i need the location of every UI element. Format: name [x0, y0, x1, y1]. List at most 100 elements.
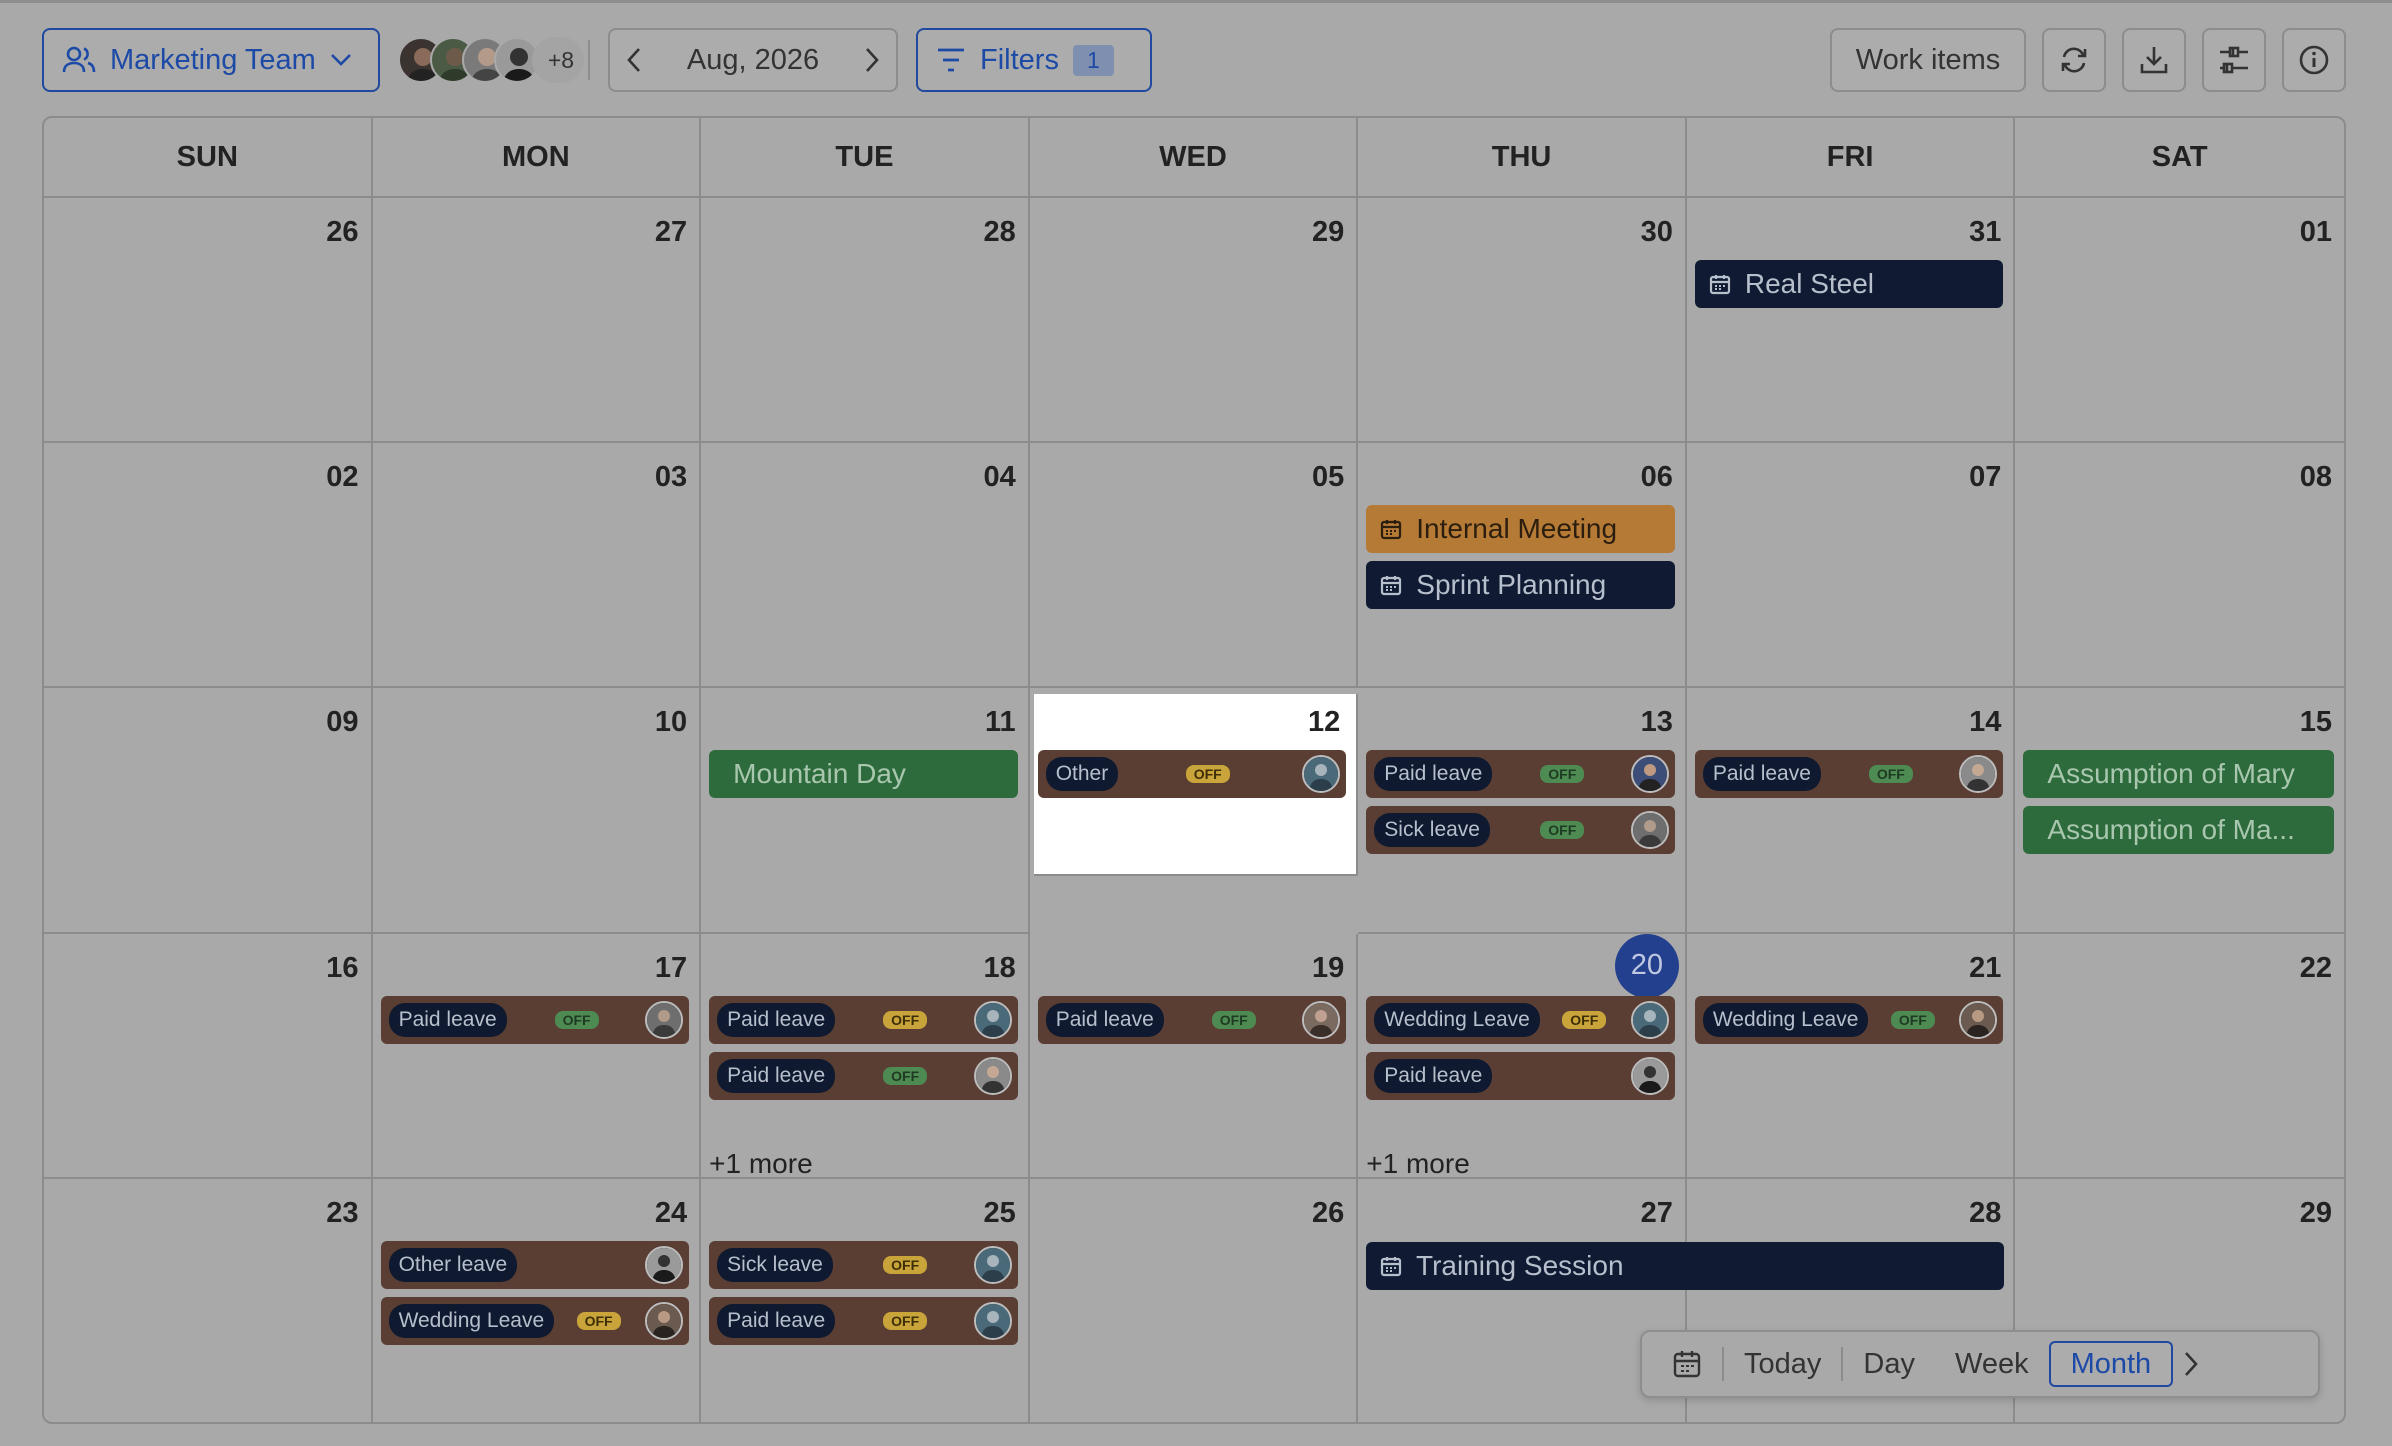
event-other-leave[interactable]: Other OFF — [1037, 750, 1347, 799]
day-number: 06 — [1640, 461, 1673, 494]
event-paid-leave[interactable]: Paid leave — [1366, 1051, 1675, 1100]
event-paid-leave[interactable]: Paid leave OFF — [709, 1296, 1018, 1345]
leave-type-pill: Paid leave — [1374, 1058, 1493, 1093]
day-cell[interactable]: 08 — [2015, 443, 2344, 689]
filters-button[interactable]: Filters 1 — [916, 28, 1152, 92]
team-selector-button[interactable]: Marketing Team — [42, 28, 380, 92]
event-sick-leave[interactable]: Sick leave OFF — [709, 1240, 1018, 1289]
day-number: 17 — [654, 951, 688, 984]
off-badge: OFF — [1562, 1010, 1607, 1029]
day-cell[interactable]: 10 — [372, 688, 702, 934]
day-cell[interactable]: 17 Paid leave OFF — [372, 933, 702, 1179]
event-assumption-of-mary[interactable]: Assumption of Mary — [2023, 750, 2334, 799]
day-cell[interactable]: 02 — [44, 443, 373, 689]
day-number: 26 — [1312, 1196, 1345, 1229]
day-cell[interactable]: 28 — [701, 198, 1030, 444]
day-cell[interactable]: 23 — [44, 1178, 373, 1422]
chevron-right-icon[interactable] — [864, 47, 880, 73]
day-number: 15 — [2299, 706, 2332, 739]
leave-type-pill: Paid leave — [1045, 1002, 1164, 1037]
day-cell[interactable]: 27 — [1358, 1178, 1687, 1422]
day-cell[interactable]: 13 Paid leave OFF Sick leave OFF — [1358, 688, 1687, 934]
week-view-button[interactable]: Week — [1935, 1341, 2049, 1387]
chevron-left-icon[interactable] — [626, 47, 642, 73]
event-paid-leave[interactable]: Paid leave OFF — [1366, 750, 1675, 799]
day-cell[interactable]: 24 Other leave Wedding Leave OFF — [373, 1178, 702, 1422]
download-button[interactable] — [2122, 28, 2186, 92]
day-cell[interactable]: 19 Paid leave OFF — [1029, 933, 1359, 1179]
more-events-link[interactable]: +1 more — [709, 1148, 1018, 1180]
event-wedding-leave[interactable]: Wedding Leave OFF — [1694, 995, 2004, 1044]
off-badge: OFF — [1211, 1010, 1256, 1029]
event-assumption-of-mary-2[interactable]: Assumption of Ma... — [2023, 806, 2334, 855]
day-number: 28 — [1969, 1196, 2002, 1229]
event-wedding-leave[interactable]: Wedding Leave OFF — [1366, 995, 1675, 1044]
today-button[interactable]: Today — [1724, 1341, 1841, 1387]
day-view-button[interactable]: Day — [1843, 1341, 1935, 1387]
weekday-label: WED — [1030, 118, 1359, 196]
leave-type-pill: Paid leave — [717, 1303, 836, 1338]
event-wedding-leave[interactable]: Wedding Leave OFF — [380, 1296, 690, 1345]
more-events-link[interactable]: +1 more — [1366, 1148, 1675, 1180]
off-badge: OFF — [883, 1311, 928, 1330]
day-cell[interactable]: 21 Wedding Leave OFF — [1686, 933, 2016, 1179]
day-cell[interactable]: 14 Paid leave OFF — [1686, 688, 2016, 934]
event-paid-leave[interactable]: Paid leave OFF — [709, 995, 1018, 1044]
leave-type-pill: Other — [1045, 757, 1119, 792]
day-cell-today[interactable]: 20 Wedding Leave OFF Paid leave +1 more — [1358, 933, 1687, 1180]
day-cell[interactable]: 30 — [1358, 198, 1687, 444]
date-picker-button[interactable] — [1652, 1341, 1722, 1387]
month-calendar: SUN MON TUE WED THU FRI SAT 26 27 28 29 … — [42, 116, 2346, 1424]
event-sick-leave[interactable]: Sick leave OFF — [1366, 806, 1675, 855]
day-cell[interactable]: 25 Sick leave OFF Paid leave OFF — [701, 1178, 1030, 1422]
day-cell[interactable]: 07 — [1686, 443, 2016, 689]
info-button[interactable] — [2282, 28, 2346, 92]
expand-button[interactable] — [2173, 1341, 2209, 1387]
day-number: 21 — [1969, 951, 2002, 984]
current-month-label[interactable]: Aug, 2026 — [687, 44, 819, 77]
event-training-session[interactable]: Training Session — [1366, 1242, 2004, 1290]
day-cell[interactable]: 11 Mountain Day — [701, 688, 1030, 934]
day-cell[interactable]: 26 — [1030, 1178, 1359, 1422]
day-cell[interactable]: 22 — [2015, 934, 2344, 1179]
event-mountain-day[interactable]: Mountain Day — [709, 750, 1018, 799]
month-view-button[interactable]: Month — [2048, 1341, 2174, 1387]
day-cell[interactable]: 18 Paid leave OFF Paid leave OFF +1 more — [701, 933, 1030, 1180]
day-cell[interactable]: 16 — [44, 933, 373, 1179]
day-cell[interactable]: 05 — [1029, 443, 1359, 689]
day-cell[interactable]: 29 — [1029, 198, 1359, 444]
event-paid-leave[interactable]: Paid leave OFF — [1694, 750, 2004, 799]
leave-type-pill: Paid leave — [717, 1058, 836, 1093]
day-cell[interactable]: 27 — [372, 198, 702, 444]
calendar-icon — [1381, 576, 1402, 596]
event-paid-leave[interactable]: Paid leave OFF — [380, 995, 690, 1044]
avatar — [645, 1301, 684, 1340]
event-paid-leave[interactable]: Paid leave OFF — [1037, 995, 1347, 1044]
day-cell[interactable]: 04 — [701, 443, 1030, 689]
event-paid-leave[interactable]: Paid leave OFF — [709, 1051, 1018, 1100]
settings-button[interactable] — [2202, 28, 2266, 92]
event-other-leave[interactable]: Other leave — [380, 1240, 690, 1289]
event-title: Mountain Day — [733, 758, 906, 790]
work-items-button[interactable]: Work items — [1830, 28, 2026, 92]
day-cell[interactable]: 09 — [44, 688, 373, 934]
event-real-steel[interactable]: Real Steel — [1694, 260, 2004, 308]
team-avatars[interactable]: +8 — [398, 36, 584, 84]
day-cell[interactable]: 01 — [2015, 198, 2344, 444]
event-sprint-planning[interactable]: Sprint Planning — [1366, 561, 1675, 610]
refresh-icon — [2061, 47, 2087, 73]
day-cell[interactable]: 03 — [372, 443, 702, 689]
day-cell[interactable]: 15 Assumption of Mary Assumption of Ma..… — [2015, 688, 2344, 934]
avatar — [645, 1245, 684, 1284]
day-number: 22 — [2299, 951, 2332, 984]
refresh-button[interactable] — [2042, 28, 2106, 92]
day-cell[interactable]: 26 — [44, 198, 373, 444]
day-number: 03 — [654, 461, 688, 494]
avatar — [973, 1245, 1012, 1284]
day-cell[interactable]: 31 Real Steel — [1686, 198, 2016, 444]
day-cell[interactable]: 06 Internal Meeting Sprint Planning — [1358, 443, 1687, 689]
day-cell-selected[interactable]: 12 Other OFF — [1033, 694, 1359, 876]
day-number: 25 — [983, 1196, 1016, 1229]
off-badge: OFF — [576, 1311, 621, 1330]
event-internal-meeting[interactable]: Internal Meeting — [1366, 505, 1675, 554]
